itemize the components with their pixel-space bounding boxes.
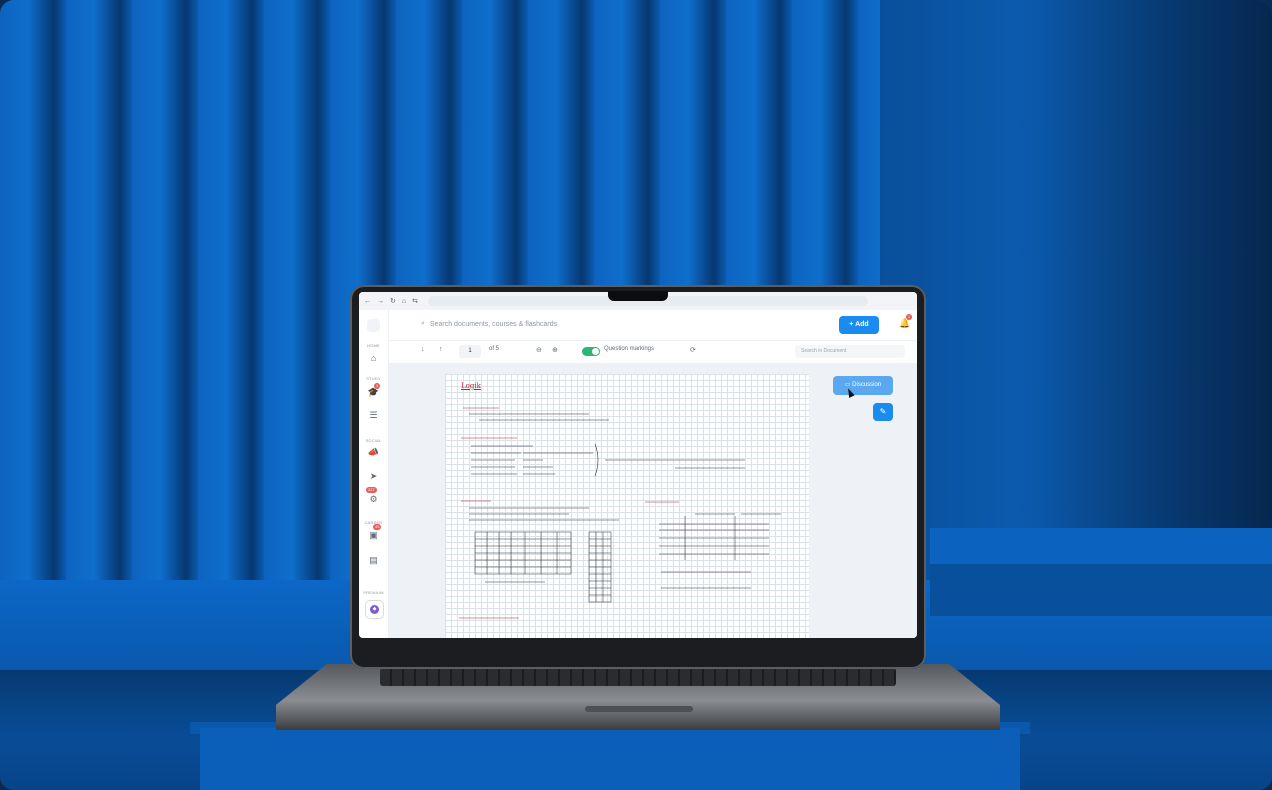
rotate-icon[interactable]: ⟳ <box>690 346 696 354</box>
briefcase-icon[interactable]: ▣ <box>367 529 380 542</box>
study-app: HOME ⌂ STUDY 🎓 3 ☰ SOCIAL 📣 ➤ 227 ⚙ CARE… <box>359 310 917 638</box>
pencil-icon: ✎ <box>879 407 887 416</box>
page-total: of 5 <box>489 346 500 352</box>
laptop-lid: ← → ↻ ⌂ ⇆ HOME ⌂ STUDY 🎓 3 ☰ SOCIAL 📣 ➤ … <box>350 285 926 669</box>
edit-button[interactable]: ✎ <box>873 403 893 421</box>
document-toolbar: ↓ ↑ 1 of 5 ⊖ ⊕ Question markings ⟳ Searc… <box>389 341 917 364</box>
discussion-button[interactable]: ▭ Discussion <box>833 376 893 395</box>
laptop-screen: ← → ↻ ⌂ ⇆ HOME ⌂ STUDY 🎓 3 ☰ SOCIAL 📣 ➤ … <box>359 292 917 638</box>
camera-notch <box>608 291 668 301</box>
document-viewer: Logik ▭ Discussion ✎ <box>389 364 917 638</box>
search-in-document-input[interactable]: Search in Document <box>795 345 905 358</box>
question-markings-label: Question markings <box>604 346 655 352</box>
laptop-keyboard <box>380 668 896 686</box>
search-input[interactable]: Search documents, courses & flashcards <box>430 321 557 328</box>
laptop-trackpad <box>585 706 693 712</box>
sidebar-section-study: STUDY <box>366 376 381 381</box>
background-step-face <box>930 564 1272 616</box>
home-icon[interactable]: ⌂ <box>402 298 406 305</box>
house-icon[interactable]: ⌂ <box>367 352 380 365</box>
sidebar-section-home: HOME <box>367 343 380 348</box>
handwritten-page: Logik <box>445 374 809 638</box>
sidebar: HOME ⌂ STUDY 🎓 3 ☰ SOCIAL 📣 ➤ 227 ⚙ CARE… <box>359 310 389 638</box>
back-icon[interactable]: ← <box>364 298 371 305</box>
forward-icon[interactable]: → <box>377 298 384 305</box>
career-badge: 43 <box>373 524 382 530</box>
document-list-icon[interactable]: ☰ <box>367 409 380 422</box>
site-settings-icon[interactable]: ⇆ <box>412 297 418 305</box>
add-label: Add <box>855 321 869 328</box>
background-shadow <box>1012 0 1272 585</box>
zoom-out-icon[interactable]: ⊖ <box>536 346 542 354</box>
megaphone-icon[interactable]: 📣 <box>367 446 380 459</box>
add-button[interactable]: + Add <box>839 316 879 334</box>
groups-icon[interactable]: ⚙ <box>367 493 380 506</box>
notification-badge: 1 <box>906 314 912 320</box>
global-search[interactable]: ⌕ Search documents, courses & flashcards <box>421 320 557 328</box>
paper-plane-icon[interactable]: ➤ <box>367 470 380 483</box>
plinth <box>200 728 1020 790</box>
sidebar-section-social: SOCIAL <box>365 438 382 443</box>
reload-icon[interactable]: ↻ <box>390 297 396 305</box>
top-bar: ⌕ Search documents, courses & flashcards… <box>389 310 917 341</box>
sidebar-section-premium: PREMIUM <box>363 590 384 595</box>
discussion-label: Discussion <box>852 382 882 388</box>
app-logo[interactable] <box>367 319 380 332</box>
premium-button[interactable]: ◆ <box>365 600 384 619</box>
building-icon[interactable]: ▤ <box>367 554 380 567</box>
search-icon: ⌕ <box>421 320 425 327</box>
page-number-input[interactable]: 1 <box>459 345 481 358</box>
premium-gem-icon: ◆ <box>370 605 379 614</box>
handwritten-notes <box>459 407 781 619</box>
product-scene: ← → ↻ ⌂ ⇆ HOME ⌂ STUDY 🎓 3 ☰ SOCIAL 📣 ➤ … <box>0 0 1272 790</box>
arrow-up-icon[interactable]: ↑ <box>439 346 443 353</box>
arrow-down-icon[interactable]: ↓ <box>421 346 425 353</box>
zoom-in-icon[interactable]: ⊕ <box>552 346 558 354</box>
question-markings-toggle[interactable] <box>582 347 600 356</box>
background-step <box>930 528 1272 564</box>
